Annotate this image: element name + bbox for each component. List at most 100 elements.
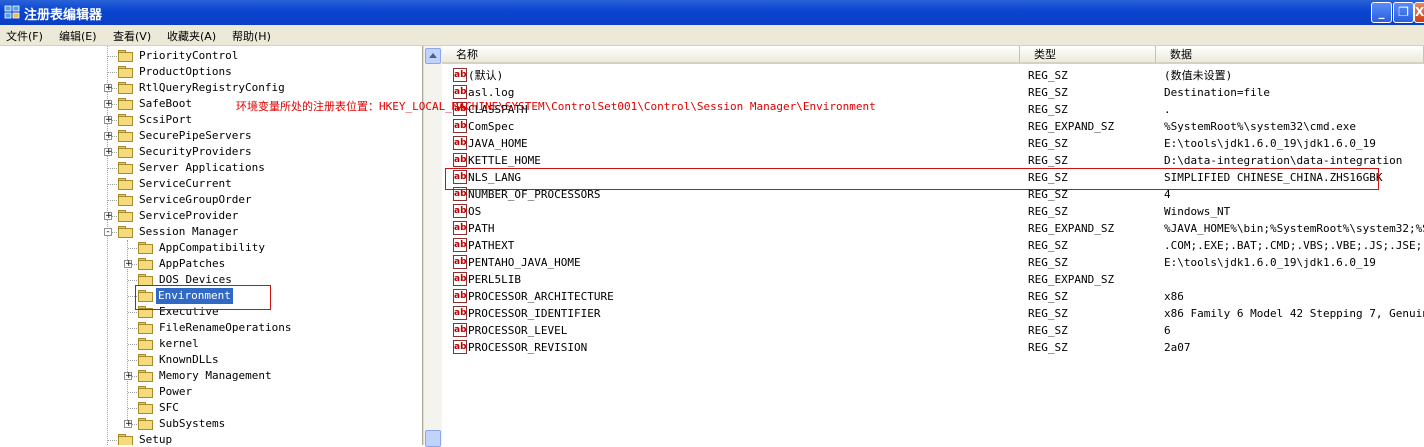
registry-value-row[interactable]: ab JAVA_HOME REG_SZ E:\tools\jdk1.6.0_19\jd… [442,135,1424,152]
value-name: PROCESSOR_LEVEL [468,324,568,337]
expand-icon[interactable]: + [124,372,133,381]
string-value-icon: ab [453,238,467,252]
value-name: KETTLE_HOME [468,154,541,167]
tree-item[interactable]: + ScsiPort [0,112,420,128]
expand-icon[interactable]: + [104,148,113,157]
tree-item-label: Server Applications [139,161,265,174]
value-name: ComSpec [468,120,515,133]
registry-value-row[interactable]: ab ComSpec REG_EXPAND_SZ %SystemRoot%\syste… [442,118,1424,135]
tree-item-label: ServiceGroupOrder [139,193,252,206]
expand-icon[interactable]: + [104,84,113,93]
value-name: PERL5LIB [468,273,521,286]
value-data: Windows_NT [1164,205,1231,218]
value-type: REG_SZ [1028,205,1068,218]
registry-value-row[interactable]: ab PATHEXT REG_SZ .COM;.EXE;.BAT;.CMD;.VBS;… [442,237,1424,254]
folder-icon [118,130,133,142]
tree-item-label: AppCompatibility [159,241,265,254]
tree-item-label: AppPatches [159,257,226,270]
tree-item[interactable]: FileRenameOperations [0,320,420,336]
registry-value-row[interactable]: ab PROCESSOR_REVISION REG_SZ 2a07 [442,339,1424,356]
expand-icon[interactable]: + [104,132,113,141]
tree-item-label: SFC [159,401,179,414]
tree-item[interactable]: + SubSystems [0,416,420,432]
tree-item[interactable]: + SecurityProviders [0,144,420,160]
registry-value-row[interactable]: ab (默认) REG_SZ (数值未设置) [442,67,1424,84]
tree-item[interactable]: KnownDLLs [0,352,420,368]
folder-icon [118,210,133,222]
tree-item[interactable]: Server Applications [0,160,420,176]
value-type: REG_SZ [1028,154,1068,167]
folder-icon [118,146,133,158]
value-type: REG_SZ [1028,307,1068,320]
expand-icon[interactable]: + [104,100,113,109]
registry-value-row[interactable]: ab PERL5LIB REG_EXPAND_SZ [442,271,1424,288]
column-header-type[interactable]: 类型 [1020,46,1156,64]
registry-value-row[interactable]: ab PENTAHO_JAVA_HOME REG_SZ E:\tools\jdk1.6… [442,254,1424,271]
tree-item-label: SecurityProviders [139,145,252,158]
registry-value-row[interactable]: ab KETTLE_HOME REG_SZ D:\data-integration\d… [442,152,1424,169]
value-name: OS [468,205,482,218]
tree-item-label: kernel [159,337,199,350]
registry-value-row[interactable]: ab PROCESSOR_LEVEL REG_SZ 6 [442,322,1424,339]
string-value-icon: ab [453,255,467,269]
expand-icon[interactable]: + [104,116,113,125]
tree-guide-line [128,408,137,409]
registry-value-row[interactable]: ab PATH REG_EXPAND_SZ %JAVA_HOME%\bin;%Syst… [442,220,1424,237]
tree-item[interactable]: ServiceGroupOrder [0,192,420,208]
value-type: REG_SZ [1028,86,1068,99]
tree-item[interactable]: ServiceCurrent [0,176,420,192]
registry-value-row[interactable]: ab PROCESSOR_ARCHITECTURE REG_SZ x86 [442,288,1424,305]
value-data: D:\data-integration\data-integration [1164,154,1403,167]
folder-icon [138,402,153,414]
tree-item-label: SecurePipeServers [139,129,252,142]
scroll-thumb[interactable] [425,430,441,447]
tree-item[interactable]: PriorityControl [0,48,420,64]
folder-icon [118,194,133,206]
tree-guide-line [128,248,137,249]
menu-edit[interactable]: 编辑(E) [59,28,97,44]
value-data: %SystemRoot%\system32\cmd.exe [1164,120,1357,133]
tree-item[interactable]: Setup [0,432,420,445]
menu-help[interactable]: 帮助(H) [232,28,271,44]
string-value-icon: ab [453,272,467,286]
expand-icon[interactable]: + [104,212,113,221]
tree-item[interactable]: + ServiceProvider [0,208,420,224]
tree-item[interactable]: + AppPatches [0,256,420,272]
tree-item[interactable]: ProductOptions [0,64,420,80]
collapse-icon[interactable]: - [104,228,112,237]
tree-guide-line [128,360,137,361]
menu-favorites[interactable]: 收藏夹(A) [167,28,216,44]
folder-icon [118,162,133,174]
tree-item[interactable]: AppCompatibility [0,240,420,256]
menu-bar: 文件(F) 编辑(E) 查看(V) 收藏夹(A) 帮助(H) [0,25,1424,46]
value-data: . [1164,103,1171,116]
tree-item[interactable]: - Session Manager [0,224,420,240]
column-header-name[interactable]: 名称 [442,46,1020,64]
string-value-icon: ab [453,153,467,167]
string-value-icon: ab [453,289,467,303]
folder-icon [118,50,133,62]
tree-item[interactable]: SFC [0,400,420,416]
scroll-up-button[interactable] [425,48,441,64]
registry-value-row[interactable]: ab OS REG_SZ Windows_NT [442,203,1424,220]
minimize-button[interactable]: _ [1371,2,1392,23]
tree-guide-line [108,184,117,185]
menu-file[interactable]: 文件(F) [6,28,43,44]
tree-item[interactable]: Power [0,384,420,400]
expand-icon[interactable]: + [124,420,133,429]
tree-item[interactable]: + Memory Management [0,368,420,384]
column-header-data[interactable]: 数据 [1156,46,1424,64]
tree-item[interactable]: kernel [0,336,420,352]
expand-icon[interactable]: + [124,260,133,269]
value-type: REG_SZ [1028,341,1068,354]
tree-item[interactable]: + RtlQueryRegistryConfig [0,80,420,96]
tree-item[interactable]: + SecurePipeServers [0,128,420,144]
close-button[interactable]: X [1414,2,1424,23]
registry-value-row[interactable]: ab PROCESSOR_IDENTIFIER REG_SZ x86 Family 6… [442,305,1424,322]
folder-icon [138,370,153,382]
title-bar[interactable]: 注册表编辑器 _ ❐ X [0,0,1424,25]
restore-button[interactable]: ❐ [1393,2,1414,23]
menu-view[interactable]: 查看(V) [113,28,151,44]
tree-guide-line [108,56,117,57]
tree-item-label: SubSystems [159,417,226,430]
